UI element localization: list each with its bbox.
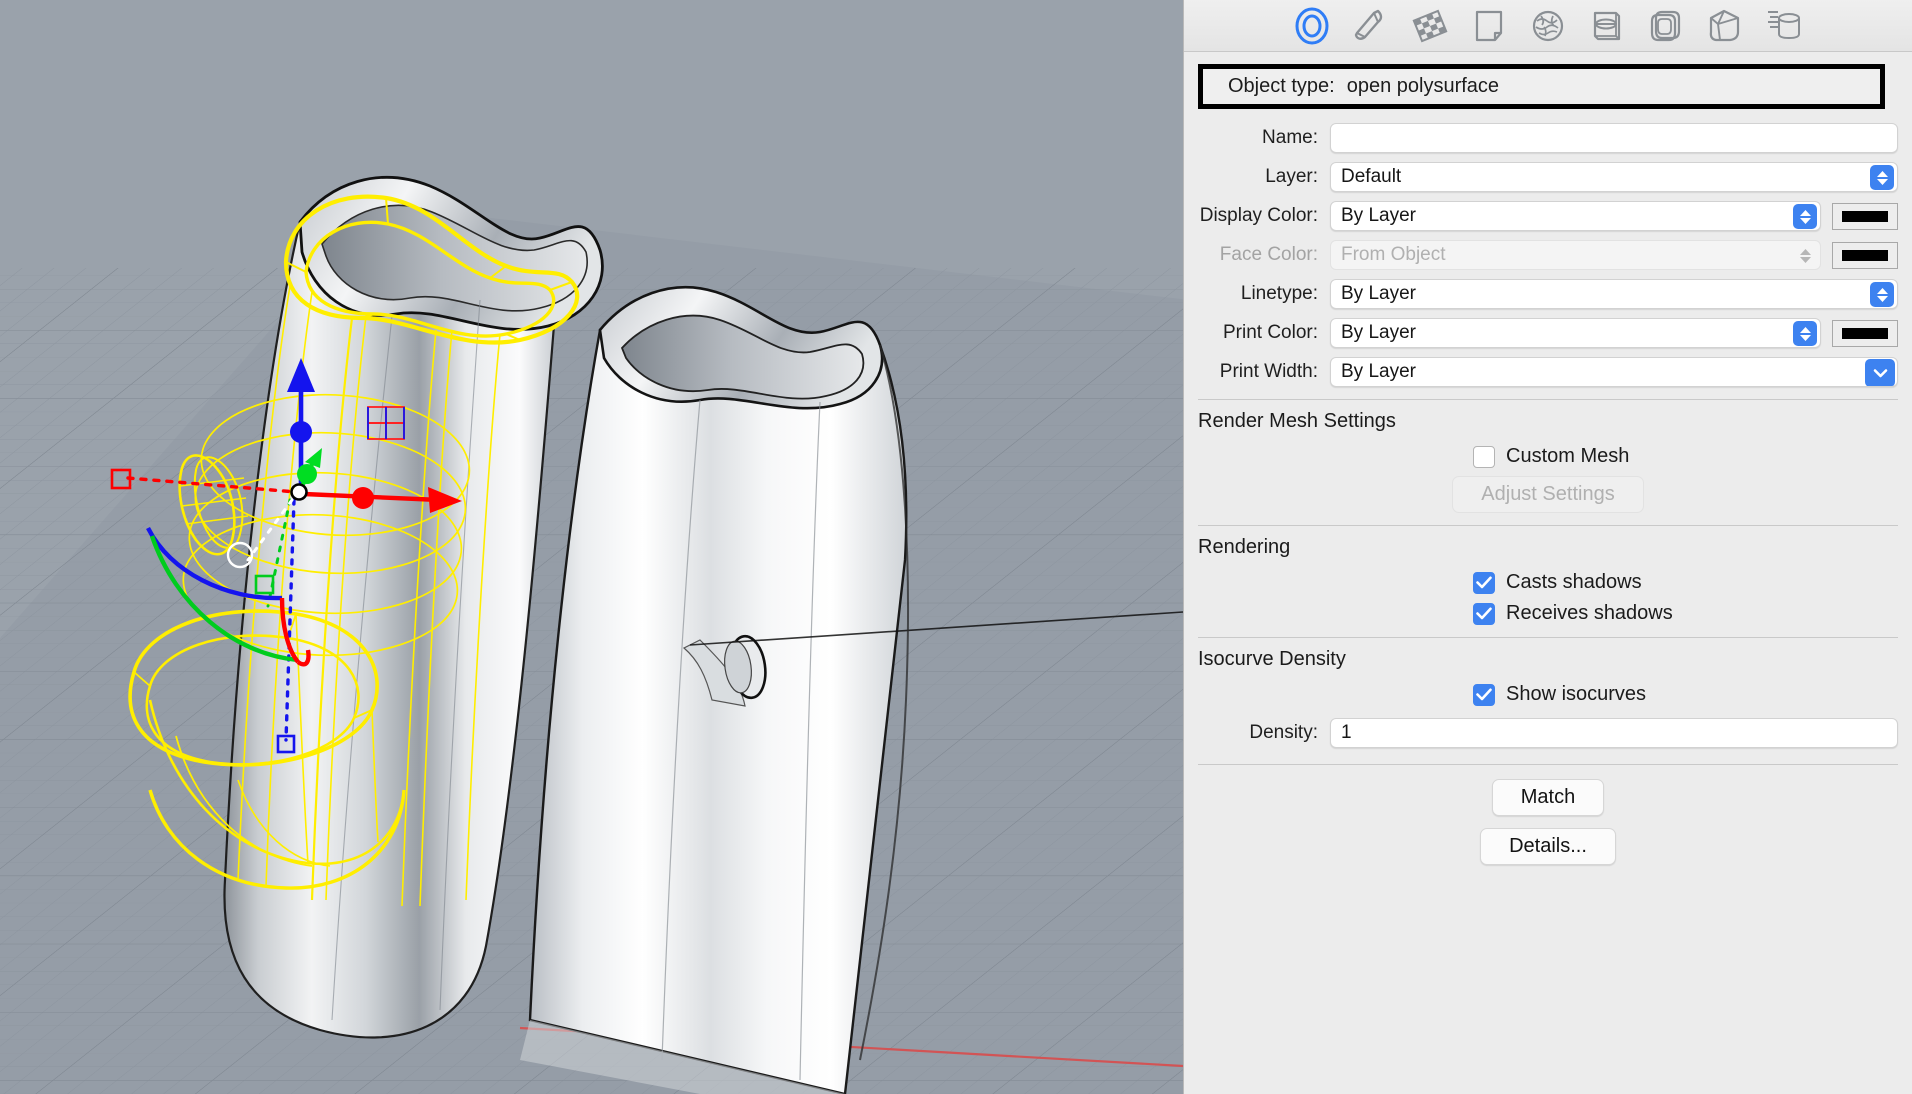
print-width-value: By Layer bbox=[1341, 361, 1416, 382]
face-color-stepper-icon bbox=[1793, 243, 1817, 268]
material-icon[interactable] bbox=[1350, 5, 1392, 47]
display-color-row: Display Color: By Layer bbox=[1184, 201, 1912, 231]
show-isocurves-row[interactable]: Show isocurves bbox=[1184, 683, 1912, 706]
face-color-label: Face Color: bbox=[1219, 244, 1318, 265]
object-type-label: Object type: bbox=[1228, 75, 1335, 97]
environment-icon[interactable] bbox=[1586, 5, 1628, 47]
layer-label: Layer: bbox=[1265, 166, 1318, 187]
print-color-swatch-bar bbox=[1842, 327, 1888, 339]
name-input[interactable] bbox=[1330, 123, 1898, 153]
display-color-swatch-bar bbox=[1842, 210, 1888, 222]
object-type-value: open polysurface bbox=[1346, 75, 1500, 97]
gumball-z-scale-handle bbox=[290, 421, 312, 443]
face-color-swatch bbox=[1832, 241, 1898, 269]
face-color-select: From Object bbox=[1330, 240, 1821, 270]
linetype-select[interactable]: By Layer bbox=[1330, 279, 1898, 309]
custom-mesh-checkbox[interactable] bbox=[1473, 445, 1495, 468]
isocurve-title: Isocurve Density bbox=[1198, 648, 1346, 670]
properties-panel: Object type: open polysurface Name: Laye… bbox=[1183, 0, 1912, 1094]
adjust-settings-button: Adjust Settings bbox=[1452, 476, 1644, 513]
print-width-select[interactable]: By Layer bbox=[1330, 357, 1898, 387]
receives-shadows-checkbox[interactable] bbox=[1473, 602, 1495, 625]
solid-icon[interactable] bbox=[1704, 5, 1746, 47]
texture-mapping-icon[interactable] bbox=[1409, 5, 1451, 47]
name-row: Name: bbox=[1184, 123, 1912, 153]
display-color-stepper-icon[interactable] bbox=[1793, 204, 1817, 229]
density-input[interactable]: 1 bbox=[1330, 718, 1898, 748]
layer-select[interactable]: Default bbox=[1330, 162, 1898, 192]
receives-shadows-label: Receives shadows bbox=[1506, 602, 1673, 624]
show-isocurves-label: Show isocurves bbox=[1506, 683, 1647, 705]
print-color-swatch[interactable] bbox=[1832, 319, 1898, 347]
mesh-icon[interactable] bbox=[1527, 5, 1569, 47]
print-color-select[interactable]: By Layer bbox=[1330, 318, 1821, 348]
print-color-label: Print Color: bbox=[1222, 322, 1318, 343]
rendering-title: Rendering bbox=[1198, 536, 1291, 558]
density-label: Density: bbox=[1249, 722, 1318, 743]
details-row: Details... bbox=[1184, 828, 1912, 865]
object-type-row: Object type: open polysurface bbox=[1198, 64, 1885, 109]
print-color-stepper-icon[interactable] bbox=[1793, 321, 1817, 346]
chevron-down-icon[interactable] bbox=[1865, 359, 1895, 386]
display-color-swatch[interactable] bbox=[1832, 202, 1898, 230]
object-properties-icon[interactable] bbox=[1291, 5, 1333, 47]
gumball-y-scale-handle bbox=[297, 464, 317, 484]
casts-shadows-row[interactable]: Casts shadows bbox=[1184, 571, 1912, 594]
app-root: Object type: open polysurface Name: Laye… bbox=[0, 0, 1912, 1094]
render-mesh-title: Render Mesh Settings bbox=[1198, 410, 1396, 432]
layer-value: Default bbox=[1341, 166, 1402, 187]
properties-toolbar[interactable] bbox=[1184, 0, 1912, 52]
linetype-value: By Layer bbox=[1341, 283, 1416, 304]
viewport-canvas[interactable] bbox=[0, 0, 1183, 1094]
show-isocurves-checkbox[interactable] bbox=[1473, 683, 1495, 706]
adjust-settings-row: Adjust Settings bbox=[1184, 476, 1912, 513]
gumball-x-scale-handle bbox=[352, 487, 374, 509]
layer-row: Layer: Default bbox=[1184, 162, 1912, 192]
casts-shadows-label: Casts shadows bbox=[1506, 571, 1642, 593]
name-label: Name: bbox=[1262, 127, 1318, 148]
custom-mesh-label: Custom Mesh bbox=[1506, 445, 1630, 467]
display-color-select[interactable]: By Layer bbox=[1330, 201, 1821, 231]
linetype-stepper-icon[interactable] bbox=[1870, 282, 1894, 307]
page-icon[interactable] bbox=[1468, 5, 1510, 47]
perspective-viewport[interactable] bbox=[0, 0, 1183, 1094]
display-color-label: Display Color: bbox=[1199, 205, 1318, 226]
custom-mesh-row[interactable]: Custom Mesh bbox=[1184, 445, 1912, 468]
density-row: Density: 1 bbox=[1184, 718, 1912, 748]
print-color-row: Print Color: By Layer bbox=[1184, 318, 1912, 348]
face-color-value: From Object bbox=[1341, 244, 1446, 265]
casts-shadows-checkbox[interactable] bbox=[1473, 571, 1495, 594]
properties-body: Object type: open polysurface Name: Laye… bbox=[1184, 52, 1912, 1094]
surface-icon[interactable] bbox=[1645, 5, 1687, 47]
print-color-value: By Layer bbox=[1341, 322, 1416, 343]
gumball-origin-handle bbox=[290, 483, 308, 501]
details-button[interactable]: Details... bbox=[1480, 828, 1616, 865]
layer-stepper-icon[interactable] bbox=[1870, 165, 1894, 190]
divider-buttons bbox=[1198, 764, 1898, 765]
receives-shadows-row[interactable]: Receives shadows bbox=[1184, 602, 1912, 625]
match-row: Match bbox=[1184, 779, 1912, 816]
display-color-value: By Layer bbox=[1341, 205, 1416, 226]
print-width-row: Print Width: By Layer bbox=[1184, 357, 1912, 387]
print-width-label: Print Width: bbox=[1219, 361, 1318, 382]
match-button[interactable]: Match bbox=[1491, 779, 1605, 816]
linetype-label: Linetype: bbox=[1240, 283, 1318, 304]
linetype-row: Linetype: By Layer bbox=[1184, 279, 1912, 309]
face-color-row: Face Color: From Object bbox=[1184, 240, 1912, 270]
extrusion-list-icon[interactable] bbox=[1763, 5, 1805, 47]
face-color-swatch-bar bbox=[1842, 249, 1888, 261]
